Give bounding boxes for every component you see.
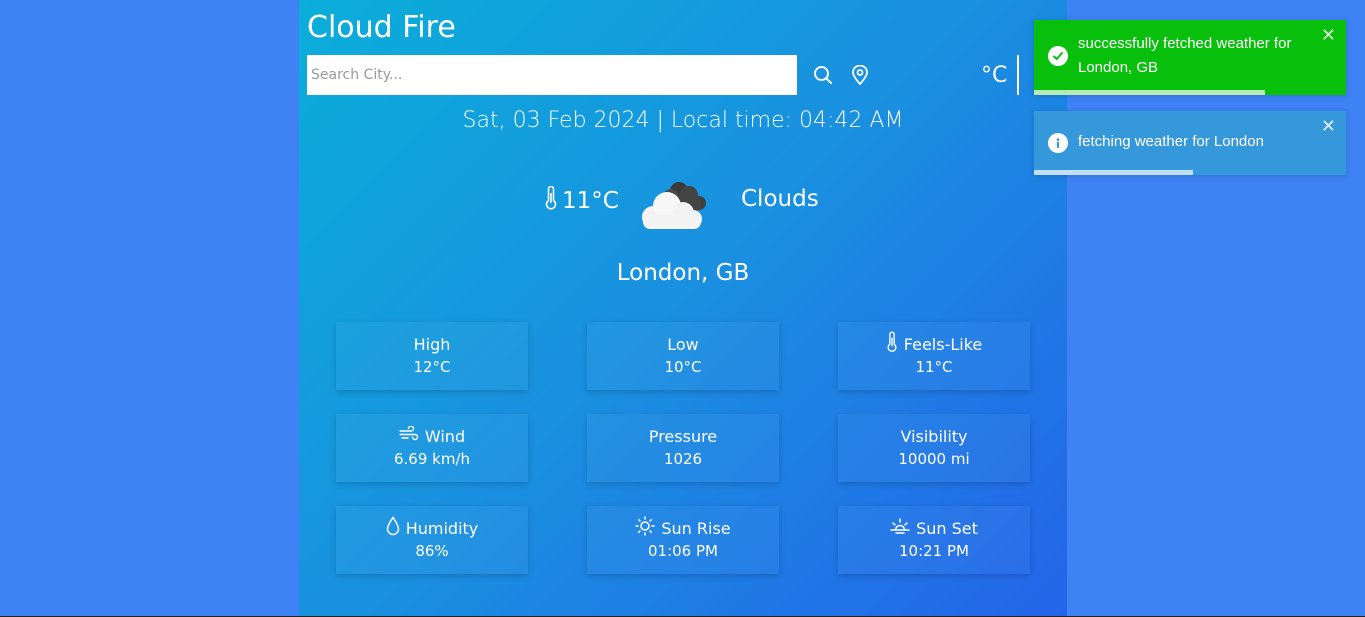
- detail-value: 01:06 PM: [648, 542, 718, 560]
- detail-value: 10000 mi: [898, 450, 970, 468]
- detail-card-high: High 12°C: [336, 322, 528, 390]
- location-pin-icon[interactable]: [849, 64, 871, 86]
- celsius-button[interactable]: °C: [981, 63, 1017, 88]
- condition-text: Clouds: [741, 186, 819, 212]
- detail-card-feels-like: Feels-Like 11°C: [838, 322, 1030, 390]
- current-temperature: 11°C: [544, 185, 619, 216]
- detail-label: Low: [667, 334, 699, 354]
- unit-divider: [1017, 55, 1020, 95]
- wind-icon: [399, 425, 419, 446]
- detail-card-humidity: Humidity 86%: [336, 506, 528, 574]
- info-icon: [1048, 133, 1068, 153]
- detail-label: Feels-Like: [903, 334, 983, 354]
- close-icon[interactable]: ✕: [1321, 26, 1336, 44]
- current-conditions: 11°C Clouds: [299, 170, 1067, 230]
- detail-value: 86%: [415, 542, 449, 560]
- detail-label: Pressure: [648, 426, 718, 446]
- detail-card-pressure: Pressure 1026: [587, 414, 779, 482]
- close-icon[interactable]: ✕: [1321, 117, 1336, 135]
- unit-toggle: °C: [981, 55, 1020, 95]
- detail-label: Sun Rise: [661, 518, 731, 538]
- sun-icon: [635, 516, 656, 540]
- weather-app-panel: Cloud Fire °C Sat, 03 Feb 2024 | Local t…: [299, 0, 1067, 617]
- thermometer-icon: [544, 185, 558, 216]
- detail-card-visibility: Visibility 10000 mi: [838, 414, 1030, 482]
- toast-success[interactable]: successfully fetched weather for London,…: [1034, 20, 1346, 95]
- thermometer-icon: [886, 331, 898, 357]
- app-title: Cloud Fire: [307, 10, 456, 45]
- detail-label: Humidity: [405, 518, 479, 538]
- detail-card-sunset: Sun Set 10:21 PM: [838, 506, 1030, 574]
- search-city-input[interactable]: [307, 55, 797, 95]
- detail-value: 10°C: [664, 358, 702, 376]
- detail-value: 11°C: [915, 358, 953, 376]
- toast-progress-bar: [1034, 90, 1265, 95]
- detail-label: Visibility: [900, 426, 968, 446]
- detail-label: High: [413, 334, 451, 354]
- toast-progress-bar: [1034, 170, 1194, 175]
- detail-value: 1026: [663, 450, 703, 468]
- detail-value: 10:21 PM: [899, 542, 969, 560]
- search-icon[interactable]: [812, 64, 834, 86]
- droplet-icon: [386, 516, 400, 540]
- toast-message: fetching weather for London: [1078, 133, 1264, 150]
- detail-card-sunrise: Sun Rise 01:06 PM: [587, 506, 779, 574]
- toast-info[interactable]: fetching weather for London ✕: [1034, 111, 1346, 175]
- clouds-icon: [633, 175, 713, 231]
- detail-value: 12°C: [413, 358, 451, 376]
- date-time: Sat, 03 Feb 2024 | Local time: 04:42 AM: [462, 108, 904, 133]
- toast-message: successfully fetched weather for London,…: [1078, 35, 1292, 76]
- detail-card-low: Low 10°C: [587, 322, 779, 390]
- check-circle-icon: [1048, 46, 1068, 66]
- detail-card-wind: Wind 6.69 km/h: [336, 414, 528, 482]
- detail-label: Wind: [424, 426, 466, 446]
- temperature-value: 11°C: [562, 188, 619, 214]
- detail-value: 6.69 km/h: [393, 450, 471, 468]
- location-name: London, GB: [616, 260, 750, 286]
- detail-label: Sun Set: [916, 518, 978, 538]
- sunset-icon: [890, 516, 910, 540]
